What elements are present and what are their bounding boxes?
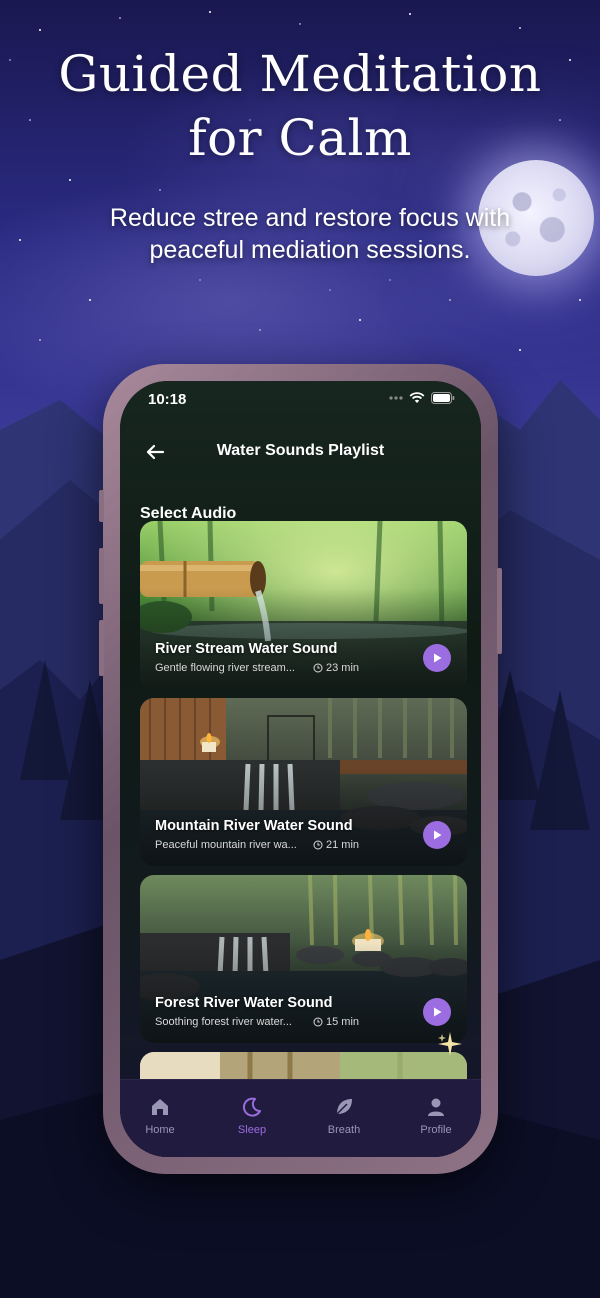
hero-subtitle-line-2: peaceful mediation sessions. (149, 236, 471, 264)
track-meta: Peaceful mountain river wa... 21 min (155, 839, 359, 851)
status-icons (389, 392, 455, 404)
hero-title: Guided Meditation for Calm (0, 42, 600, 170)
hero-title-line-1: Guided Meditation (58, 45, 542, 103)
track-meta: Soothing forest river water... 15 min (155, 1016, 359, 1028)
play-button[interactable] (423, 821, 451, 849)
clock-icon (313, 1017, 323, 1027)
play-button[interactable] (423, 644, 451, 672)
track-duration: 15 min (313, 1016, 359, 1028)
page-title: Water Sounds Playlist (216, 442, 385, 459)
tab-label: Sleep (237, 1124, 267, 1136)
hero-subtitle-line-1: Reduce stree and restore focus with (109, 204, 511, 232)
track-description: Soothing forest river water... (155, 1016, 292, 1028)
tab-profile[interactable]: Profile (396, 1096, 476, 1136)
status-time: 10:18 (148, 391, 187, 408)
track-duration-text: 23 min (326, 662, 360, 674)
track-duration: 23 min (313, 662, 359, 674)
phone-power-button (497, 568, 502, 654)
tab-home[interactable]: Home (120, 1096, 200, 1136)
phone-mute-switch (99, 490, 104, 522)
track-card[interactable]: River Stream Water Sound Gentle flowing … (140, 521, 467, 689)
track-meta: Gentle flowing river stream... 23 min (155, 662, 359, 674)
sparkle-icon (438, 1032, 462, 1056)
play-icon (434, 830, 442, 840)
tab-label: Breath (327, 1124, 361, 1136)
app-screen: 10:18 Water Sounds Playlist Select Audio… (120, 381, 481, 1157)
phone-volume-down (99, 620, 104, 676)
person-icon (428, 1098, 444, 1116)
tab-bar: Home Sleep Breath Profile (120, 1079, 481, 1157)
track-card[interactable]: Mountain River Water Sound Peaceful moun… (140, 698, 467, 866)
status-bar: 10:18 (120, 381, 481, 421)
tab-breath[interactable]: Breath (304, 1096, 384, 1136)
play-button[interactable] (423, 998, 451, 1026)
track-duration-text: 21 min (326, 839, 360, 851)
play-icon (434, 1007, 442, 1017)
track-card-partial[interactable] (140, 1052, 467, 1082)
tab-sleep[interactable]: Sleep (212, 1096, 292, 1136)
signal-dots-icon (389, 396, 403, 400)
track-title: Forest River Water Sound (155, 995, 333, 1011)
hero-title-line-2: for Calm (188, 109, 412, 167)
track-title: River Stream Water Sound (155, 641, 338, 657)
nav-bar: Water Sounds Playlist (120, 433, 481, 469)
tab-label: Profile (420, 1124, 452, 1136)
track-title: Mountain River Water Sound (155, 818, 353, 834)
track-duration-text: 15 min (326, 1016, 360, 1028)
home-icon (152, 1099, 168, 1115)
garden-image (140, 1052, 467, 1082)
phone-volume-up (99, 548, 104, 604)
track-duration: 21 min (313, 839, 359, 851)
track-description: Gentle flowing river stream... (155, 662, 295, 674)
battery-icon (431, 392, 455, 404)
track-description: Peaceful mountain river wa... (155, 839, 297, 851)
clock-icon (313, 840, 323, 850)
track-card[interactable]: Forest River Water Sound Soothing forest… (140, 875, 467, 1043)
tab-label: Home (145, 1124, 175, 1136)
play-icon (434, 653, 442, 663)
hero-subtitle: Reduce stree and restore focus with peac… (0, 202, 600, 266)
leaf-icon (336, 1099, 352, 1115)
moon-icon (242, 1097, 261, 1117)
clock-icon (313, 663, 323, 673)
wifi-icon (409, 392, 425, 403)
